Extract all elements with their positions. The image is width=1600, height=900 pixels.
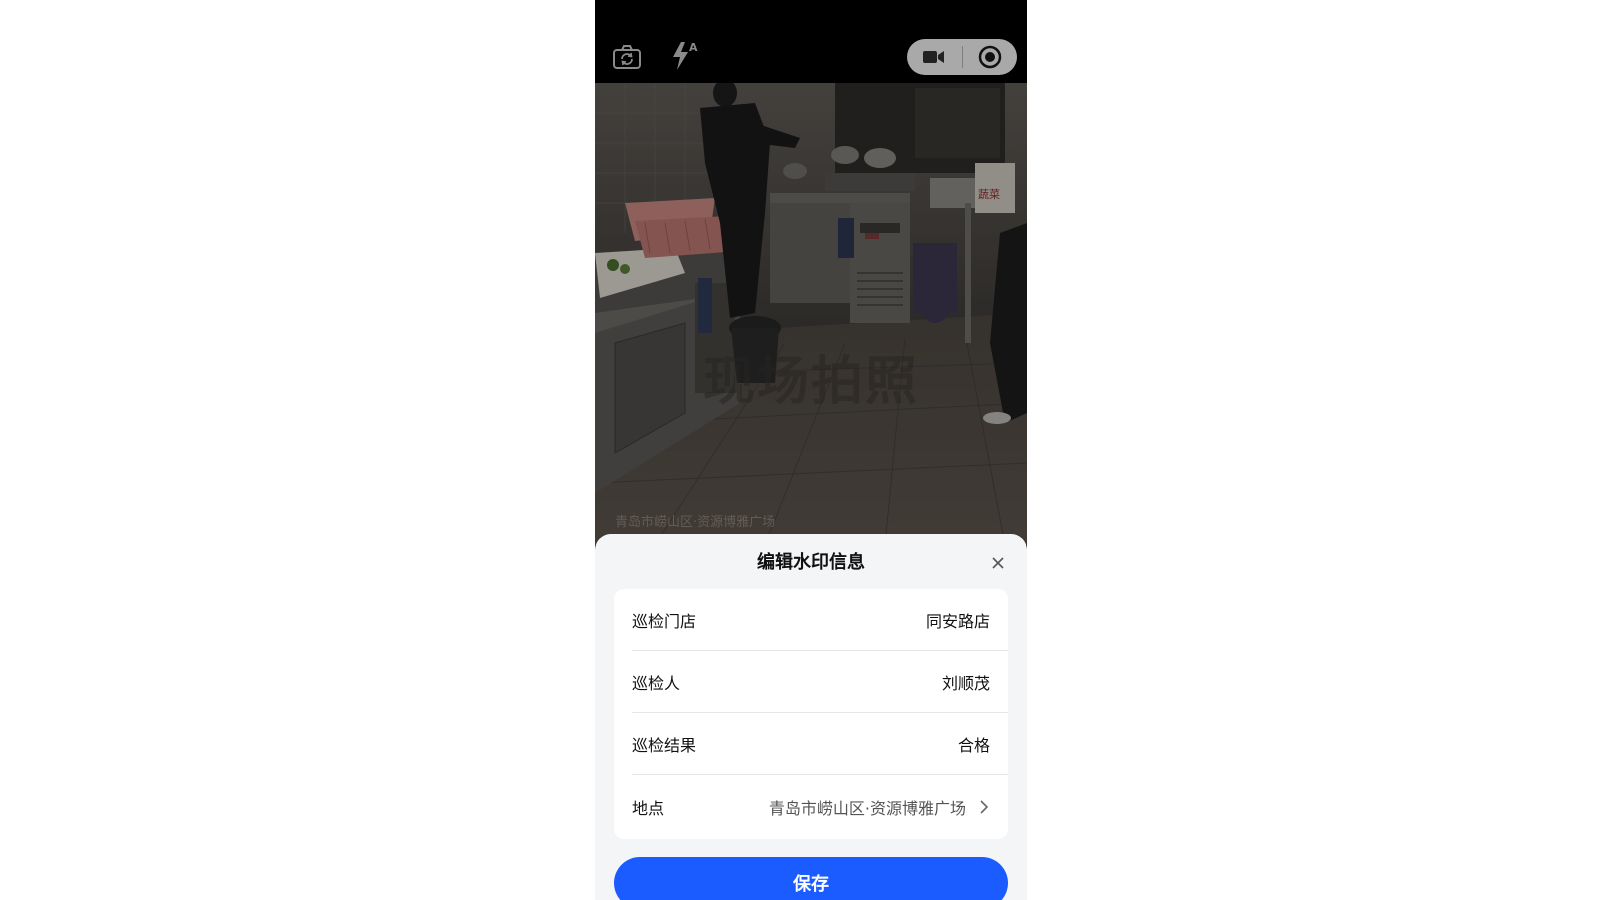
inspector-value: 刘顺茂 — [941, 673, 990, 693]
kitchen-scene-image: 蔬菜 — [595, 83, 1027, 545]
sheet-title: 编辑水印信息 — [757, 552, 865, 573]
save-button[interactable]: 保存 — [614, 857, 1008, 900]
store-label: 巡检门店 — [632, 611, 697, 631]
location-value: 青岛市崂山区·资源博雅广场 — [768, 799, 966, 818]
chevron-right-icon — [978, 800, 990, 814]
result-row[interactable]: 巡检结果 合格 — [632, 713, 1008, 775]
capture-mode-toggle — [907, 39, 1017, 75]
watermark-info-card: 巡检门店 同安路店 巡检人 刘顺茂 巡检结果 合格 地点 青岛市崂山区·资源博雅… — [614, 589, 1008, 839]
photo-mode-button[interactable] — [962, 39, 1017, 75]
camera-viewfinder[interactable]: 蔬菜 现场拍照 青岛市崂山区·资源博雅广场 — [595, 83, 1027, 545]
result-label: 巡检结果 — [632, 735, 697, 755]
flash-auto-icon[interactable]: A — [668, 40, 700, 72]
phone-screen: A 现场拍照 青岛市崂山区·资源博雅广场 编辑水印信息 巡检门店 同安路店 巡检… — [595, 0, 1027, 900]
store-row[interactable]: 巡检门店 同安路店 — [632, 589, 1008, 651]
location-row[interactable]: 地点 青岛市崂山区·资源博雅广场 — [632, 775, 1008, 839]
video-mode-button[interactable] — [907, 39, 962, 75]
result-value: 合格 — [957, 735, 990, 755]
inspector-row[interactable]: 巡检人 刘顺茂 — [632, 651, 1008, 713]
edit-watermark-sheet: 编辑水印信息 巡检门店 同安路店 巡检人 刘顺茂 巡检结果 合格 地点 青岛市崂… — [595, 534, 1027, 900]
location-value-group: 青岛市崂山区·资源博雅广场 — [769, 795, 990, 819]
location-label: 地点 — [632, 799, 665, 818]
camera-switch-icon[interactable] — [611, 42, 643, 72]
shutter-record-icon — [978, 45, 1001, 69]
video-camera-icon — [923, 51, 945, 63]
watermark-title: 现场拍照 — [702, 352, 919, 412]
close-icon[interactable] — [989, 554, 1007, 572]
watermark-location-text: 青岛市崂山区·资源博雅广场 — [615, 515, 776, 530]
store-value: 同安路店 — [925, 611, 990, 631]
inspector-label: 巡检人 — [632, 673, 681, 693]
camera-top-bar: A — [595, 0, 1027, 83]
svg-text:A: A — [689, 41, 698, 54]
